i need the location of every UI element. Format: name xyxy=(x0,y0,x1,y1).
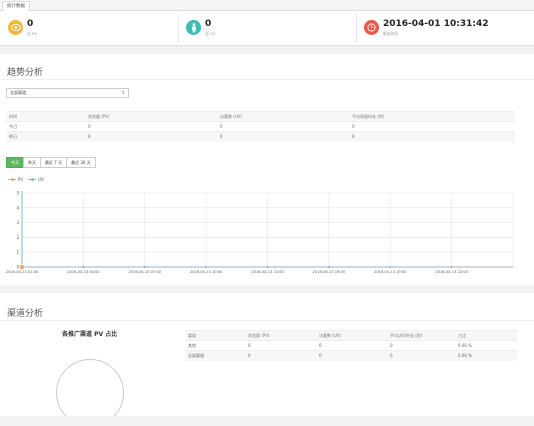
stat-value: 2016-04-01 10:31:42 xyxy=(383,19,489,29)
table-cell: 今日 xyxy=(6,121,85,132)
top-tab-bar: 统计数据 xyxy=(0,0,534,11)
legend-label: UV xyxy=(38,177,44,182)
data-point-uv xyxy=(327,266,330,268)
divider xyxy=(0,79,534,80)
range-yesterday-button[interactable]: 昨天 xyxy=(23,157,41,168)
data-point-uv xyxy=(82,266,85,268)
range-30-days-button[interactable]: 最近 30 天 xyxy=(66,157,96,168)
x-tick-label: 2016-04-13 10:00 xyxy=(190,270,223,274)
header-cell: 平均访问时长 (秒) xyxy=(387,330,455,341)
table-cell: 全部渠道 xyxy=(185,350,245,361)
channel-table: 渠道 浏览量 (PV) 访客数 (UV) 平均访问时长 (秒) 占比 其他 0 … xyxy=(185,330,517,361)
channel-title: 渠道分析 xyxy=(7,309,44,319)
header-cell: 占比 xyxy=(455,330,517,341)
y-tick-label: 3 xyxy=(16,220,19,225)
header-cell: 渠道 xyxy=(185,330,245,341)
table-row: 其他 0 0 0 0.00 % xyxy=(185,340,517,351)
stat-value: 0 xyxy=(205,19,212,29)
tab-statistics[interactable]: 统计数据 xyxy=(2,1,30,11)
y-tick-label: 5 xyxy=(16,191,19,196)
table-row: 全部渠道 0 0 0 0.00 % xyxy=(185,350,517,361)
trend-title: 趋势分析 xyxy=(7,68,44,78)
table-cell: 0 xyxy=(387,340,455,351)
clock-icon xyxy=(364,20,379,35)
header-cell: 时间 xyxy=(6,111,85,122)
pie-chart-title: 各推广渠道 PV 占比 xyxy=(62,331,118,338)
y-tick-label: 0 xyxy=(16,265,19,270)
table-cell: 其他 xyxy=(185,340,245,351)
range-today-button[interactable]: 今天 xyxy=(6,157,24,168)
legend-marker xyxy=(28,177,37,182)
stat-value: 0 xyxy=(27,19,34,29)
table-cell: 0 xyxy=(85,121,217,132)
table-cell: 0 xyxy=(316,340,387,351)
data-point-uv xyxy=(389,266,392,268)
stat-label: 总 PV xyxy=(27,31,37,36)
table-cell: 0.00 % xyxy=(455,350,517,361)
person-icon xyxy=(186,20,201,35)
data-point-uv xyxy=(266,266,269,268)
channel-select-value: 全部渠道 xyxy=(10,90,26,95)
x-tick-label: 2016-04-13 16:00 xyxy=(313,270,346,274)
table-cell: 0 xyxy=(387,350,455,361)
divider xyxy=(0,320,534,321)
highlight-marker xyxy=(19,264,25,270)
stat-label: 总 UV xyxy=(205,31,216,36)
table-row: 今日 0 0 0 xyxy=(6,121,515,132)
data-point-uv xyxy=(450,266,453,268)
range-7-days-button[interactable]: 最近 7 天 xyxy=(40,157,68,168)
trend-table: 时间 浏览量 (PV) 访客数 (UV) 平均停留时长 (秒) 今日 0 0 0… xyxy=(6,111,515,142)
page-footer-strip xyxy=(0,416,534,426)
header-cell: 访客数 (UV) xyxy=(217,111,349,122)
table-row: 昨日 0 0 0 xyxy=(6,131,515,142)
table-cell: 0 xyxy=(217,131,349,142)
table-cell: 0 xyxy=(349,121,515,132)
header-cell: 平均停留时长 (秒) xyxy=(349,111,515,122)
data-point-uv xyxy=(205,266,208,268)
table-cell: 昨日 xyxy=(6,131,85,142)
x-tick-label: 2016-04-13 04:00 xyxy=(67,270,100,274)
stat-server-time: 2016-04-01 10:31:42 服务时间 xyxy=(356,11,534,46)
chart-legend: PV UV xyxy=(8,177,49,182)
legend-marker xyxy=(8,177,16,182)
legend-item-uv[interactable]: UV xyxy=(28,177,44,182)
eye-icon xyxy=(8,20,23,35)
data-point-uv xyxy=(143,266,146,268)
x-tick-label: 2016-04-13 07:00 xyxy=(129,270,162,274)
table-cell: 0 xyxy=(85,131,217,142)
range-button-group: 今天 昨天 最近 7 天 最近 30 天 xyxy=(6,157,96,168)
stat-total-uv: 0 总 UV xyxy=(178,11,356,46)
stat-total-pv: 0 总 PV xyxy=(0,11,178,46)
x-tick-label: 2016-04-13 01:00 xyxy=(6,270,39,274)
stat-label: 服务时间 xyxy=(383,31,399,36)
header-cell: 访客数 (UV) xyxy=(316,330,387,341)
table-cell: 0.00 % xyxy=(455,340,517,351)
table-cell: 0 xyxy=(349,131,515,142)
channel-select[interactable]: 全部渠道 ⇕ xyxy=(6,88,129,98)
header-cell: 浏览量 (PV) xyxy=(85,111,217,122)
x-tick-label: 2016-04-13 19:00 xyxy=(374,270,407,274)
y-tick-label: 2 xyxy=(16,235,19,240)
legend-item-pv[interactable]: PV xyxy=(8,177,23,182)
table-cell: 0 xyxy=(316,350,387,361)
x-tick-label: 2016-04-13 22:00 xyxy=(435,270,468,274)
stats-bar: 0 总 PV 0 总 UV 2016-04-01 10:31:42 服务时间 xyxy=(0,11,534,46)
table-cell: 0 xyxy=(245,340,316,351)
table-cell: 0 xyxy=(245,350,316,361)
table-cell: 0 xyxy=(217,121,349,132)
legend-label: PV xyxy=(18,177,24,182)
x-tick-label: 2016-04-13 13:00 xyxy=(251,270,284,274)
trend-line-chart: 0 1 2 3 4 5 2016-04-13 01:00 2016-04-13 04:00 20… xyxy=(6,191,514,274)
y-tick-label: 4 xyxy=(16,205,19,210)
table-header: 渠道 浏览量 (PV) 访客数 (UV) 平均访问时长 (秒) 占比 xyxy=(185,330,517,341)
select-arrows-icon: ⇕ xyxy=(121,90,125,95)
header-cell: 浏览量 (PV) xyxy=(245,330,316,341)
y-tick-label: 1 xyxy=(16,250,19,255)
table-header: 时间 浏览量 (PV) 访客数 (UV) 平均停留时长 (秒) xyxy=(6,111,515,122)
